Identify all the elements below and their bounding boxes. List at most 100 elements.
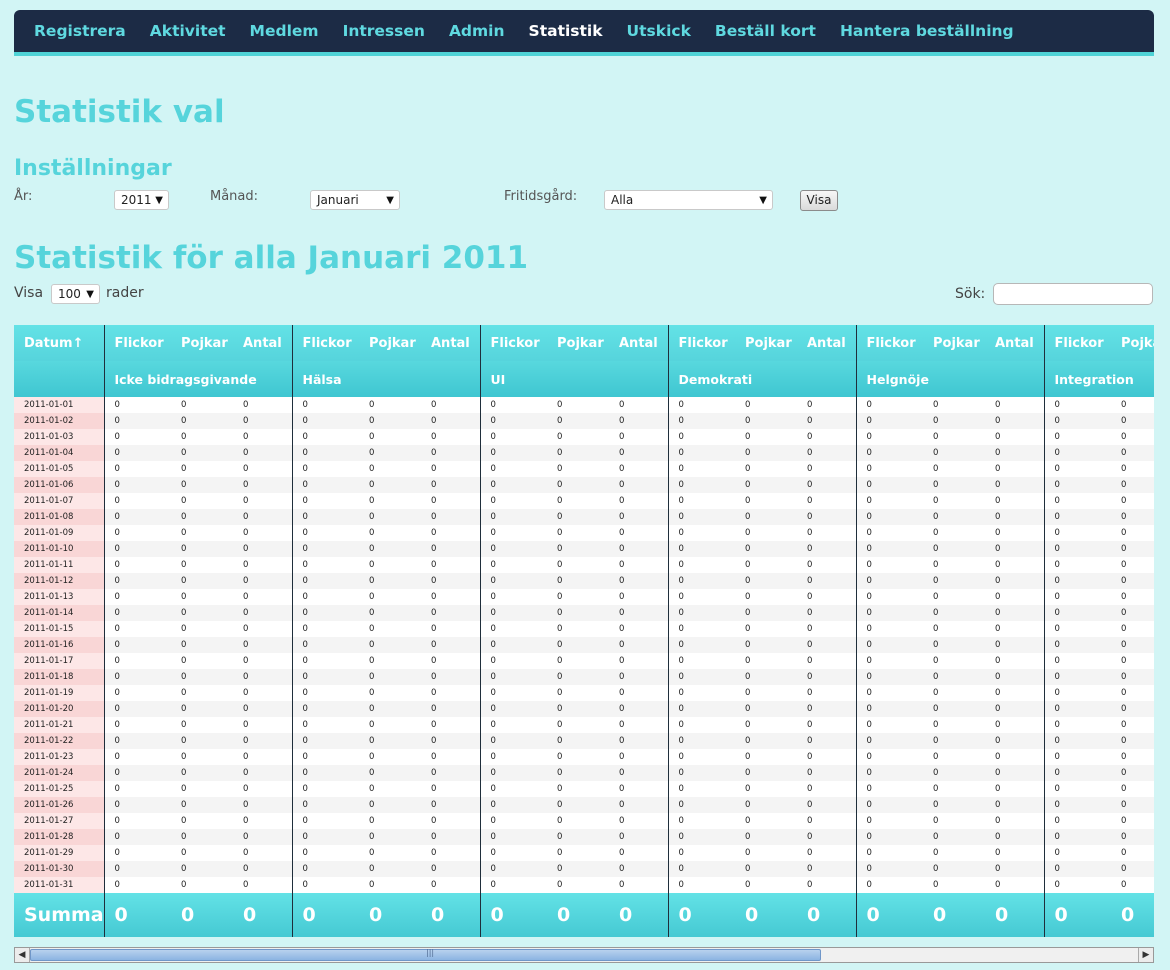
scroll-left-arrow-icon[interactable]: ◀ [15, 948, 30, 962]
nav-item-intressen[interactable]: Intressen [343, 22, 425, 40]
value-cell: 0 [547, 765, 609, 781]
value-cell: 0 [233, 781, 292, 797]
horizontal-scrollbar[interactable]: ◀ ||| ▶ [14, 947, 1154, 963]
value-cell: 0 [547, 621, 609, 637]
value-cell: 0 [985, 845, 1044, 861]
column-header-pojkar[interactable]: Pojkar [171, 325, 233, 361]
value-cell: 0 [923, 717, 985, 733]
column-header-flickor[interactable]: Flickor [855, 325, 923, 361]
column-header-pojkar[interactable]: Pojkar [359, 325, 421, 361]
value-cell: 0 [291, 605, 359, 621]
value-cell: 0 [233, 861, 292, 877]
value-cell: 0 [291, 877, 359, 893]
table-row: 2011-01-26000000000000000000 [14, 797, 1154, 813]
group-header: Integration [1043, 361, 1154, 397]
column-header-pojkar[interactable]: Pojkar [1111, 325, 1154, 361]
nav-item-beställ-kort[interactable]: Beställ kort [715, 22, 816, 40]
column-header-pojkar[interactable]: Pojkar [923, 325, 985, 361]
search-input[interactable] [993, 283, 1153, 305]
footer-sum-value: 0 [171, 893, 233, 937]
scrollbar-thumb[interactable]: ||| [30, 948, 821, 961]
value-cell: 0 [479, 733, 547, 749]
nav-item-statistik[interactable]: Statistik [529, 22, 603, 40]
value-cell: 0 [233, 461, 292, 477]
table-row: 2011-01-22000000000000000000 [14, 733, 1154, 749]
value-cell: 0 [103, 525, 171, 541]
column-header-antal[interactable]: Antal [985, 325, 1044, 361]
value-cell: 0 [291, 845, 359, 861]
column-header-antal[interactable]: Antal [609, 325, 668, 361]
footer-sum-value: 0 [547, 893, 609, 937]
value-cell: 0 [421, 461, 480, 477]
show-button[interactable]: Visa [800, 190, 838, 211]
column-header-date[interactable]: Datum↑ [14, 325, 104, 361]
value-cell: 0 [923, 637, 985, 653]
value-cell: 0 [171, 573, 233, 589]
center-select[interactable]: Alla ▼ [604, 190, 773, 210]
table-row: 2011-01-14000000000000000000 [14, 605, 1154, 621]
value-cell: 0 [797, 669, 856, 685]
column-header-flickor[interactable]: Flickor [291, 325, 359, 361]
nav-item-medlem[interactable]: Medlem [250, 22, 319, 40]
column-header-antal[interactable]: Antal [421, 325, 480, 361]
value-cell: 0 [359, 461, 421, 477]
table-row: 2011-01-07000000000000000000 [14, 493, 1154, 509]
value-cell: 0 [797, 717, 856, 733]
value-cell: 0 [1043, 557, 1111, 573]
month-select[interactable]: Januari ▼ [310, 190, 400, 210]
value-cell: 0 [985, 829, 1044, 845]
value-cell: 0 [291, 525, 359, 541]
table-row: 2011-01-01000000000000000000 [14, 397, 1154, 413]
value-cell: 0 [547, 749, 609, 765]
value-cell: 0 [359, 413, 421, 429]
value-cell: 0 [985, 397, 1044, 413]
nav-item-aktivitet[interactable]: Aktivitet [150, 22, 226, 40]
value-cell: 0 [421, 861, 480, 877]
scroll-right-arrow-icon[interactable]: ▶ [1138, 948, 1153, 962]
value-cell: 0 [667, 829, 735, 845]
value-cell: 0 [1043, 829, 1111, 845]
table-row: 2011-01-30000000000000000000 [14, 861, 1154, 877]
value-cell: 0 [547, 701, 609, 717]
column-header-pojkar[interactable]: Pojkar [547, 325, 609, 361]
value-cell: 0 [291, 797, 359, 813]
value-cell: 0 [1043, 781, 1111, 797]
value-cell: 0 [291, 829, 359, 845]
column-header-flickor[interactable]: Flickor [103, 325, 171, 361]
value-cell: 0 [985, 765, 1044, 781]
value-cell: 0 [1111, 493, 1154, 509]
value-cell: 0 [985, 717, 1044, 733]
column-header-pojkar[interactable]: Pojkar [735, 325, 797, 361]
column-header-antal[interactable]: Antal [797, 325, 856, 361]
table-row: 2011-01-19000000000000000000 [14, 685, 1154, 701]
column-header-antal[interactable]: Antal [233, 325, 292, 361]
nav-item-admin[interactable]: Admin [449, 22, 505, 40]
value-cell: 0 [103, 557, 171, 573]
table-row: 2011-01-28000000000000000000 [14, 829, 1154, 845]
value-cell: 0 [735, 589, 797, 605]
column-header-flickor[interactable]: Flickor [1043, 325, 1111, 361]
value-cell: 0 [103, 429, 171, 445]
nav-item-utskick[interactable]: Utskick [627, 22, 691, 40]
value-cell: 0 [233, 701, 292, 717]
nav-item-registrera[interactable]: Registrera [34, 22, 126, 40]
footer-sum-value: 0 [609, 893, 668, 937]
page-title: Statistik val [14, 94, 225, 130]
column-header-flickor[interactable]: Flickor [479, 325, 547, 361]
rows-per-page-select[interactable]: 100 ▼ [51, 284, 100, 304]
value-cell: 0 [1043, 493, 1111, 509]
year-select[interactable]: 2011 ▼ [114, 190, 169, 210]
nav-item-hantera-beställning[interactable]: Hantera beställning [840, 22, 1014, 40]
value-cell: 0 [923, 413, 985, 429]
value-cell: 0 [985, 733, 1044, 749]
value-cell: 0 [797, 477, 856, 493]
value-cell: 0 [609, 509, 668, 525]
grip-icon: ||| [426, 948, 435, 957]
value-cell: 0 [421, 845, 480, 861]
value-cell: 0 [421, 637, 480, 653]
value-cell: 0 [233, 589, 292, 605]
value-cell: 0 [985, 797, 1044, 813]
column-header-flickor[interactable]: Flickor [667, 325, 735, 361]
value-cell: 0 [547, 669, 609, 685]
value-cell: 0 [667, 413, 735, 429]
